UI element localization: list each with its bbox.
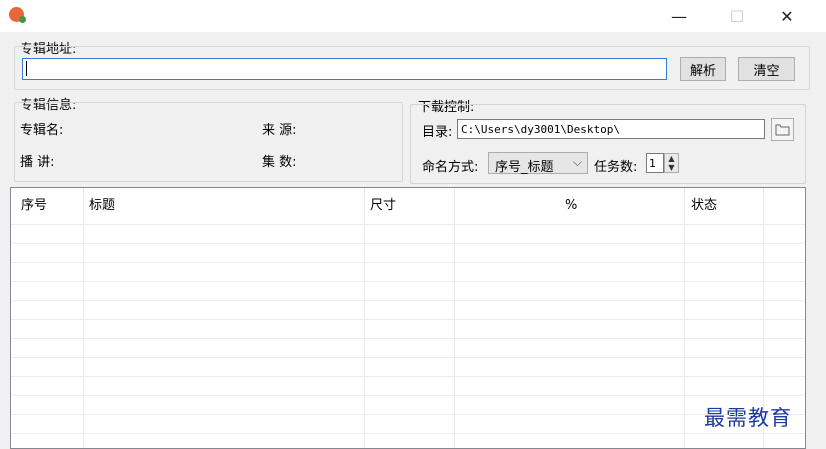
directory-label: 目录: xyxy=(422,125,453,140)
column-header-percent[interactable]: % xyxy=(565,188,577,224)
chevron-down-icon: ⌵ xyxy=(572,155,582,169)
directory-input[interactable]: C:\Users\dy3001\Desktop\ xyxy=(457,119,765,139)
task-count-spinner[interactable]: ▲ ▼ xyxy=(664,153,679,173)
naming-select-value: 序号_标题 xyxy=(495,160,554,175)
task-count-input[interactable]: 1 xyxy=(646,153,664,173)
narrator-label: 播 讲: xyxy=(20,155,55,170)
column-separator xyxy=(454,188,455,448)
column-header-index[interactable]: 序号 xyxy=(21,188,47,224)
table-row xyxy=(11,300,805,301)
table-row xyxy=(11,243,805,244)
album-info-group xyxy=(14,102,403,182)
table-row xyxy=(11,224,805,225)
column-separator xyxy=(684,188,685,448)
episodes-label: 集 数: xyxy=(262,155,297,170)
table-row xyxy=(11,338,805,339)
table-row xyxy=(11,319,805,320)
album-name-label: 专辑名: xyxy=(20,123,64,138)
column-header-status[interactable]: 状态 xyxy=(691,188,717,224)
table-row xyxy=(11,433,805,434)
task-count-label: 任务数: xyxy=(594,160,638,175)
table-row xyxy=(11,395,805,396)
title-bar: — ☐ ✕ xyxy=(0,0,826,32)
parse-button[interactable]: 解析 xyxy=(680,57,726,81)
minimize-button[interactable]: — xyxy=(656,0,702,32)
column-header-title[interactable]: 标题 xyxy=(89,188,115,224)
spin-up-icon[interactable]: ▲ xyxy=(665,154,678,163)
app-icon xyxy=(9,7,26,23)
clear-button[interactable]: 清空 xyxy=(738,57,795,81)
spin-down-icon[interactable]: ▼ xyxy=(665,163,678,172)
episode-list[interactable]: 序号 标题 尺寸 % 状态 xyxy=(10,187,806,449)
table-row xyxy=(11,357,805,358)
watermark-text: 最需教育 xyxy=(704,406,792,430)
column-header-size[interactable]: 尺寸 xyxy=(370,188,396,224)
album-address-input[interactable] xyxy=(22,58,667,80)
naming-select[interactable]: 序号_标题 ⌵ xyxy=(488,152,588,175)
browse-folder-button[interactable] xyxy=(771,118,794,141)
text-cursor xyxy=(26,61,27,76)
table-row xyxy=(11,281,805,282)
maximize-button: ☐ xyxy=(729,6,745,26)
table-row xyxy=(11,414,805,415)
folder-icon xyxy=(775,124,790,136)
source-label: 来 源: xyxy=(262,123,297,138)
table-row xyxy=(11,262,805,263)
column-separator xyxy=(364,188,365,448)
table-row xyxy=(11,376,805,377)
naming-label: 命名方式: xyxy=(422,160,479,175)
close-button[interactable]: ✕ xyxy=(764,0,810,32)
column-separator xyxy=(83,188,84,448)
